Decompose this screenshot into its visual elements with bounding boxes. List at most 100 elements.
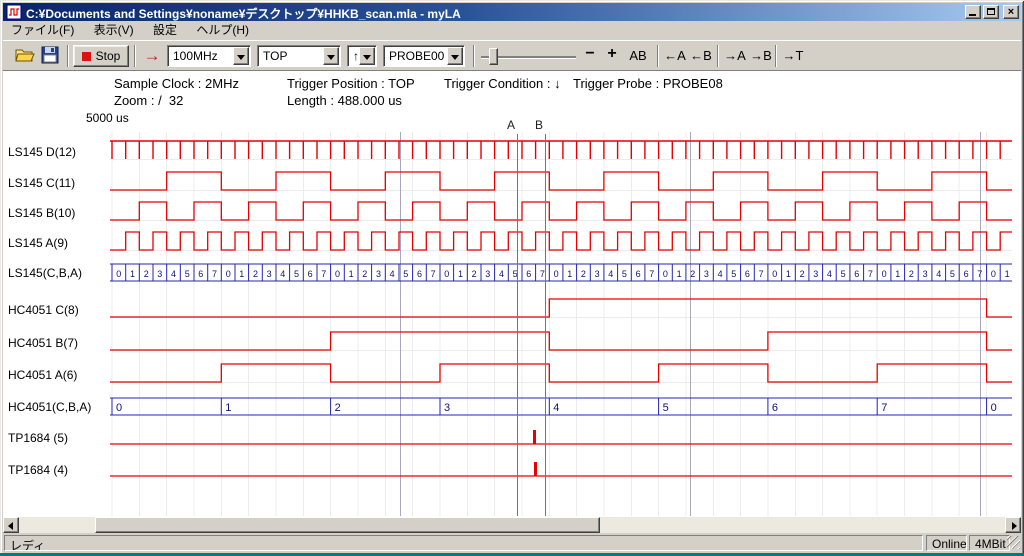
bus-value: 4: [936, 269, 941, 279]
bus-value: 3: [923, 269, 928, 279]
bus-value: 4: [390, 269, 395, 279]
channel-row: HC4051 B(7): [8, 332, 1012, 350]
status-memory-badge: 4MBit: [969, 535, 1010, 551]
bus-value: 2: [690, 269, 695, 279]
bus-value: 0: [444, 269, 449, 279]
toolbar-separator: [67, 45, 69, 67]
channel-label: LS145 D(12): [8, 145, 76, 159]
channel-label: LS145 A(9): [8, 236, 68, 250]
bus-value: 1: [786, 269, 791, 279]
close-button[interactable]: ×: [1003, 5, 1019, 19]
toolbar-separator: [775, 45, 777, 67]
bus-value: 7: [649, 269, 654, 279]
chevron-down-icon[interactable]: [447, 47, 463, 65]
bus-value: 7: [868, 269, 873, 279]
bus-value: 5: [403, 269, 408, 279]
channel-trace: [110, 172, 1012, 190]
channel-label: LS145(C,B,A): [8, 266, 82, 280]
channel-row: HC4051 A(6): [8, 364, 1012, 382]
bus-value: 1: [458, 269, 463, 279]
bus-value: 4: [608, 269, 613, 279]
scroll-left-button[interactable]: [3, 517, 19, 533]
window-title: C:¥Documents and Settings¥noname¥デスクトップ¥…: [26, 5, 461, 22]
bus-value: 3: [157, 269, 162, 279]
channel-trace: [110, 232, 1012, 250]
bus-value: 2: [800, 269, 805, 279]
arrow-right-icon: [1012, 522, 1017, 530]
bus-value: 2: [909, 269, 914, 279]
goto-marker-a-left-button[interactable]: ←A: [663, 48, 687, 66]
goto-marker-a-right-button[interactable]: →A: [723, 48, 747, 66]
bus-value: 7: [759, 269, 764, 279]
bus-value: 0: [882, 269, 887, 279]
trigger-probe-text: Trigger Probe : PROBE08: [573, 76, 723, 91]
menu-view[interactable]: 表示(V): [86, 21, 142, 40]
resize-grip[interactable]: [1007, 536, 1020, 549]
bus-value: 7: [321, 269, 326, 279]
bus-value: 4: [827, 269, 832, 279]
open-folder-icon: [15, 46, 35, 64]
sample-clock-select[interactable]: 100MHz: [167, 45, 251, 67]
trigger-position-value: TOP: [263, 49, 287, 63]
channel-row: HC4051(C,B,A)012345670: [8, 398, 1012, 415]
trigger-probe-select[interactable]: PROBE00: [383, 45, 465, 67]
toolbar-separator: [473, 45, 475, 67]
bus-value: 0: [772, 269, 777, 279]
bus-value: 2: [472, 269, 477, 279]
bus-value: 0: [554, 269, 559, 279]
menu-file[interactable]: ファイル(F): [3, 21, 82, 40]
bus-value: 7: [212, 269, 217, 279]
bus-value: 2: [144, 269, 149, 279]
trigger-position-text: Trigger Position : TOP: [287, 76, 415, 91]
open-button[interactable]: [15, 46, 37, 66]
cursor-label: A: [507, 118, 515, 132]
run-button[interactable]: →: [141, 45, 163, 67]
bus-value: 2: [362, 269, 367, 279]
bus-value: 5: [731, 269, 736, 279]
zoom-slider-thumb[interactable]: [489, 48, 498, 65]
zoom-in-button[interactable]: +: [603, 45, 621, 63]
channel-row: LS145 B(10): [8, 202, 1012, 220]
cursor-label: B: [535, 118, 543, 132]
scroll-right-button[interactable]: [1005, 517, 1021, 533]
chevron-down-icon[interactable]: [359, 47, 375, 65]
trigger-probe-value: PROBE00: [389, 49, 444, 63]
status-online-badge: Online: [926, 535, 967, 551]
stop-square-icon: [82, 52, 91, 61]
bus-value: 5: [622, 269, 627, 279]
zoom-out-button[interactable]: −: [581, 45, 599, 63]
bus-value: 3: [485, 269, 490, 279]
goto-marker-b-right-button[interactable]: →B: [749, 48, 773, 66]
chevron-down-icon[interactable]: [323, 47, 339, 65]
channel-row: LS145 C(11): [8, 172, 1012, 190]
scrollbar-thumb[interactable]: [95, 517, 600, 533]
menu-settings[interactable]: 設定: [145, 21, 185, 40]
minimize-button[interactable]: [965, 5, 981, 19]
minimize-icon: [969, 14, 976, 16]
channel-trace: [110, 364, 1012, 382]
bus-value: 6: [636, 269, 641, 279]
chevron-down-icon[interactable]: [233, 47, 249, 65]
bus-value: 1: [677, 269, 682, 279]
trigger-position-select[interactable]: TOP: [257, 45, 341, 67]
ab-button[interactable]: AB: [625, 48, 651, 66]
bus-value: 5: [185, 269, 190, 279]
bus-value: 6: [526, 269, 531, 279]
title-bar[interactable]: C:¥Documents and Settings¥noname¥デスクトップ¥…: [3, 3, 1021, 21]
trigger-edge-select[interactable]: ↑: [347, 45, 377, 67]
channel-row: LS145 A(9): [8, 232, 1012, 250]
goto-trigger-button[interactable]: →T: [781, 48, 805, 66]
bus-value: 1: [567, 269, 572, 279]
bus-value: 1: [349, 269, 354, 279]
stop-button[interactable]: Stop: [73, 45, 129, 67]
trigger-condition-text: Trigger Condition : ↓: [444, 76, 561, 91]
bus-value: 3: [444, 402, 450, 414]
maximize-button[interactable]: [983, 5, 999, 19]
status-ready-text: レディ: [4, 535, 923, 551]
grid-major: [401, 132, 981, 516]
menu-help[interactable]: ヘルプ(H): [188, 21, 257, 40]
save-button[interactable]: [41, 46, 63, 66]
goto-marker-b-left-button[interactable]: ←B: [689, 48, 713, 66]
bus-value: 3: [813, 269, 818, 279]
horizontal-scrollbar[interactable]: [3, 517, 1021, 533]
